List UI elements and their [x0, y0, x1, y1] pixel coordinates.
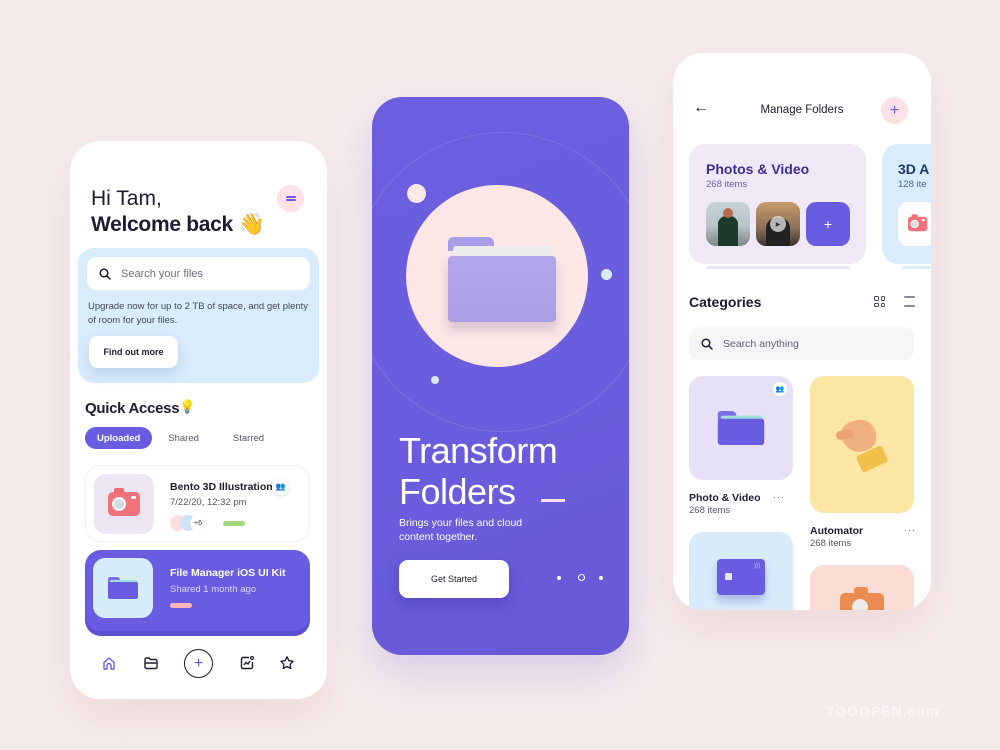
lightbulb-icon: 💡: [179, 399, 196, 414]
category-automator[interactable]: Automator 268 items ···: [810, 376, 916, 549]
folder-count: 128 ite: [898, 179, 927, 190]
folder-icon: [717, 410, 765, 446]
tab-shared[interactable]: Shared: [156, 427, 211, 449]
category-count: 268 items: [810, 538, 852, 549]
nav-starred[interactable]: [272, 646, 302, 680]
activity-icon: [240, 655, 255, 670]
nav-folder[interactable]: [136, 646, 166, 680]
nav-add-button[interactable]: +: [184, 649, 213, 678]
folder-name: Photos & Video: [706, 161, 810, 177]
find-out-more-button[interactable]: Find out more: [89, 336, 178, 368]
add-folder-button[interactable]: +: [881, 97, 908, 124]
folder-icon: [144, 657, 158, 670]
wave-emoji-icon: 👋: [238, 213, 265, 236]
tab-uploaded[interactable]: Uploaded: [85, 427, 153, 449]
folder-card-shadow-bar: [707, 266, 850, 269]
onboarding-headline: Transform Folders: [399, 430, 558, 512]
file-title: File Manager iOS UI Kit: [170, 567, 286, 579]
file-thumbnail: [93, 558, 153, 618]
add-icon: +: [889, 101, 900, 119]
decorative-dot: [601, 269, 612, 280]
folder-name: 3D A: [898, 161, 930, 177]
star-icon: [280, 656, 294, 670]
manage-folders-screen: ← Manage Folders + Photos & Video 268 it…: [673, 53, 931, 610]
greeting-welcome: Welcome back 👋: [91, 213, 265, 236]
extra-members-count: +6: [190, 515, 206, 531]
bottom-nav: +: [70, 646, 327, 680]
page-indicator: [557, 574, 620, 581]
folder-card-photos-video[interactable]: Photos & Video 268 items ▶ +: [689, 144, 866, 264]
file-title: Bento 3D Illustration: [170, 481, 273, 493]
camera-icon: [908, 214, 928, 232]
search-files-input[interactable]: Search your files: [87, 257, 310, 290]
watermark: TOOOPEN.com: [826, 703, 940, 719]
add-icon: +: [193, 654, 204, 672]
onboarding-subtitle: Brings your files and cloud content toge…: [399, 517, 523, 543]
decorative-dot: [407, 184, 426, 203]
play-icon: ▶: [770, 216, 786, 232]
category-photo-video[interactable]: 👥 Photo & Video 268 items ···: [689, 376, 793, 516]
camera-icon: [108, 488, 140, 516]
shared-users-icon[interactable]: 👥: [272, 478, 289, 495]
greeting-name: Hi Tam,: [91, 187, 162, 210]
category-name: Automator: [810, 525, 864, 537]
decorative-dot: [431, 376, 439, 384]
search-icon: [99, 267, 111, 280]
quick-access-title: Quick Access: [85, 400, 180, 417]
hand-icon: [834, 410, 890, 480]
folder-count: 268 items: [706, 179, 748, 190]
grid-view-icon[interactable]: [874, 296, 885, 307]
video-thumbnail[interactable]: ▶: [756, 202, 800, 246]
file-date: 7/22/20, 12:32 pm: [170, 497, 247, 508]
file-thumbnail: [94, 474, 154, 534]
category-tile: [810, 376, 914, 513]
folder-thumbnail: [898, 202, 931, 246]
page-dot[interactable]: [599, 575, 603, 580]
file-card-file-manager[interactable]: File Manager iOS UI Kit Shared 1 month a…: [85, 550, 310, 631]
add-media-button[interactable]: +: [806, 202, 850, 246]
category-tile: 👥: [689, 376, 793, 480]
onboarding-screen: Transform Folders Brings your files and …: [372, 97, 629, 655]
list-view-icon[interactable]: [904, 296, 915, 307]
file-progress-bar: [170, 603, 192, 608]
file-card-bento[interactable]: Bento 3D Illustration 7/22/20, 12:32 pm …: [85, 465, 310, 542]
category-count: 268 items: [689, 505, 731, 516]
category-cards[interactable]: ))): [689, 532, 793, 610]
category-tile: ))): [689, 532, 793, 610]
nav-home[interactable]: [94, 646, 124, 680]
page-dot-active[interactable]: [578, 574, 585, 581]
promo-text: Upgrade now for up to 2 TB of space, and…: [88, 301, 309, 326]
menu-button[interactable]: [277, 185, 304, 212]
folder-icon: [108, 577, 138, 599]
credit-card-icon: ))): [717, 559, 765, 595]
category-camera[interactable]: [810, 565, 914, 610]
more-options-icon[interactable]: ···: [904, 525, 916, 535]
more-options-icon[interactable]: ···: [773, 492, 785, 502]
upgrade-promo-card: Search your files Upgrade now for up to …: [78, 248, 319, 383]
search-placeholder: Search anything: [723, 337, 799, 350]
folder-card-shadow-bar: [902, 266, 931, 269]
search-anything-input[interactable]: Search anything: [689, 327, 914, 360]
photo-thumbnail[interactable]: [706, 202, 750, 246]
home-icon: [103, 657, 115, 670]
get-started-button[interactable]: Get Started: [399, 560, 509, 598]
shared-users-icon: 👥: [773, 382, 787, 396]
camera-icon: [840, 587, 884, 610]
menu-icon: [285, 194, 296, 203]
folder-card-3d-assets[interactable]: 3D A 128 ite: [882, 144, 931, 264]
category-tile: [810, 565, 914, 610]
file-progress-bar: [223, 521, 245, 526]
quick-access-tabs: Uploaded Shared Starred: [85, 427, 276, 449]
page-dot[interactable]: [557, 575, 561, 580]
search-icon: [701, 337, 713, 350]
nav-activity[interactable]: [232, 646, 262, 680]
file-date: Shared 1 month ago: [170, 584, 257, 595]
headline-accent-bar: [541, 499, 565, 502]
search-placeholder: Search your files: [121, 267, 203, 280]
categories-title: Categories: [689, 294, 762, 310]
folder-illustration-icon: [448, 237, 556, 324]
home-screen: Hi Tam, Welcome back 👋 Search your files…: [70, 141, 327, 699]
tab-starred[interactable]: Starred: [221, 427, 276, 449]
